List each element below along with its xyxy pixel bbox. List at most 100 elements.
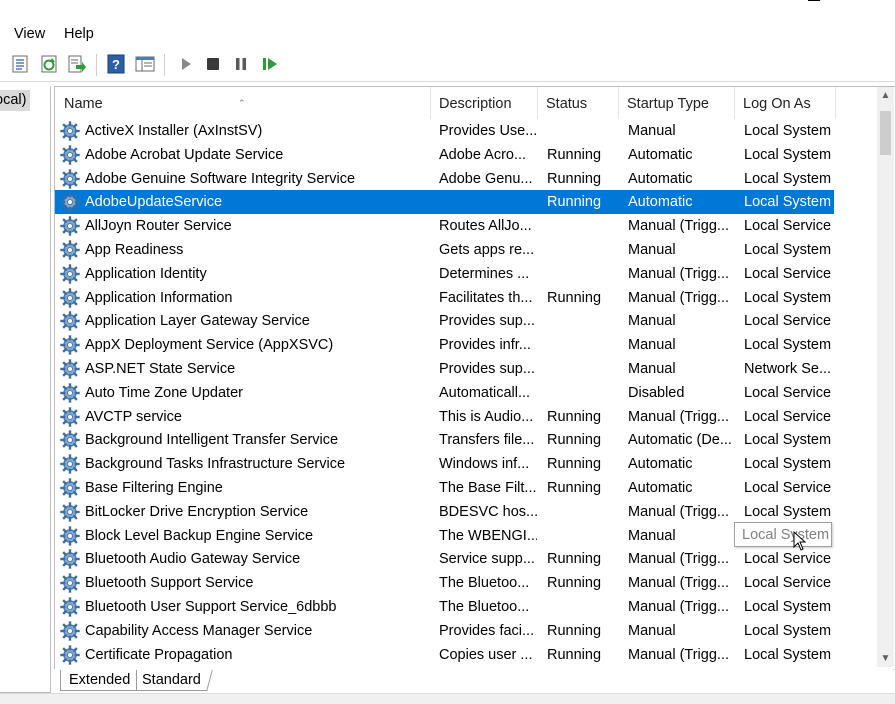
service-status: Running bbox=[547, 646, 602, 663]
service-startup-type: Manual bbox=[628, 313, 676, 330]
service-row[interactable]: Base Filtering Engine The Base Filt... Run… bbox=[55, 476, 877, 500]
menu-view[interactable]: View bbox=[14, 26, 45, 42]
service-gear-icon bbox=[60, 597, 80, 617]
service-gear-icon bbox=[60, 216, 80, 236]
service-log-on-as: Local Service bbox=[744, 218, 832, 235]
service-row[interactable]: Certificate Propagation Copies user ... Ru… bbox=[55, 643, 877, 667]
service-row[interactable]: AdobeUpdateService Running Automatic Local … bbox=[55, 190, 834, 215]
service-log-on-as: Local System bbox=[744, 503, 832, 520]
start-service-icon[interactable] bbox=[176, 54, 196, 74]
scroll-down-arrow-icon[interactable]: ▼ bbox=[877, 650, 894, 667]
scroll-up-arrow-icon[interactable]: ▲ bbox=[877, 87, 894, 104]
service-log-on-as: Local System bbox=[744, 123, 832, 139]
service-description: The Base Filt... bbox=[439, 480, 537, 496]
service-status: Running bbox=[547, 194, 602, 211]
service-name: BitLocker Drive Encryption Service bbox=[85, 503, 309, 520]
service-row[interactable]: Background Tasks Infrastructure Service W… bbox=[55, 452, 877, 476]
service-gear-icon bbox=[60, 478, 80, 498]
service-startup-type: Manual (Trigg... bbox=[628, 289, 729, 306]
stop-service-icon[interactable] bbox=[203, 54, 223, 74]
help-icon[interactable]: ? bbox=[106, 54, 126, 74]
service-name: AVCTP service bbox=[85, 408, 182, 425]
service-row[interactable]: Bluetooth User Support Service_6dbbb The … bbox=[55, 595, 877, 619]
vertical-scrollbar[interactable]: ▲ ▼ bbox=[877, 87, 894, 667]
service-row[interactable]: ActiveX Installer (AxInstSV) Provides Use… bbox=[55, 119, 877, 143]
service-description: Provides sup... bbox=[439, 313, 535, 330]
properties-icon[interactable] bbox=[10, 54, 30, 74]
service-status: Running bbox=[547, 551, 602, 568]
service-status: Running bbox=[547, 480, 602, 496]
service-startup-type: Disabled bbox=[628, 384, 685, 401]
service-row[interactable]: App Readiness Gets apps re... Manual Local … bbox=[55, 238, 877, 262]
column-header-status[interactable]: Status bbox=[537, 87, 619, 119]
service-row[interactable]: Adobe Genuine Software Integrity Service… bbox=[55, 167, 877, 191]
service-description: This is Audio... bbox=[439, 408, 534, 425]
service-status: Running bbox=[547, 622, 602, 639]
column-header-name[interactable]: ⌃ Name bbox=[55, 87, 431, 119]
service-name: Background Intelligent Transfer Service bbox=[85, 432, 339, 449]
export-list-icon[interactable] bbox=[67, 54, 87, 74]
service-row[interactable]: Bluetooth Support Service The Bluetoo... R… bbox=[55, 571, 877, 595]
service-row[interactable]: AVCTP service This is Audio... Running Manu… bbox=[55, 405, 877, 429]
service-row[interactable]: BitLocker Drive Encryption Service BDESVC… bbox=[55, 500, 877, 524]
column-header-log-on-as[interactable]: Log On As bbox=[734, 87, 836, 119]
title-bar bbox=[0, 0, 895, 21]
service-gear-icon bbox=[60, 549, 80, 570]
service-row[interactable]: Auto Time Zone Updater Automaticall... Dis… bbox=[55, 381, 877, 405]
minimize-button[interactable] bbox=[742, 0, 788, 13]
status-bar bbox=[0, 693, 895, 704]
service-gear-icon bbox=[60, 287, 80, 308]
service-gear-icon bbox=[60, 573, 80, 593]
service-status: Running bbox=[547, 289, 602, 306]
service-startup-type: Manual bbox=[628, 622, 676, 639]
service-startup-type: Manual (Trigg... bbox=[628, 218, 729, 235]
service-name: Adobe Genuine Software Integrity Service bbox=[85, 170, 356, 187]
service-name: AppX Deployment Service (AppXSVC) bbox=[85, 337, 334, 354]
console-tree-pane[interactable]: ocal) bbox=[0, 86, 51, 693]
column-header-description[interactable]: Description bbox=[430, 87, 538, 119]
service-description: Provides infr... bbox=[439, 337, 531, 354]
service-startup-type: Manual (Trigg... bbox=[628, 265, 729, 282]
scrollbar-thumb[interactable] bbox=[880, 111, 891, 155]
service-row[interactable]: Application Layer Gateway Service Provide… bbox=[55, 309, 877, 333]
service-row[interactable]: Adobe Acrobat Update Service Adobe Acro..… bbox=[55, 143, 877, 167]
service-startup-type: Automatic bbox=[628, 480, 693, 496]
column-header-startup-type[interactable]: Startup Type bbox=[618, 87, 735, 119]
service-row[interactable]: AllJoyn Router Service Routes AllJo... Man… bbox=[55, 214, 877, 238]
show-hide-console-tree-icon[interactable] bbox=[135, 54, 155, 74]
service-description: Routes AllJo... bbox=[439, 218, 532, 235]
service-startup-type: Automatic bbox=[628, 170, 693, 187]
tab-standard[interactable]: Standard bbox=[131, 670, 213, 691]
service-description: Adobe Genu... bbox=[439, 170, 533, 187]
service-startup-type: Manual bbox=[628, 361, 676, 377]
tree-item-services-local[interactable]: ocal) bbox=[0, 90, 30, 111]
service-row[interactable]: AppX Deployment Service (AppXSVC) Provide… bbox=[55, 333, 877, 357]
service-log-on-as: Local Service bbox=[744, 265, 832, 282]
service-startup-type: Manual (Trigg... bbox=[628, 646, 729, 663]
service-row[interactable]: Bluetooth Audio Gateway Service Service s… bbox=[55, 547, 877, 571]
service-row[interactable]: Capability Access Manager Service Provide… bbox=[55, 619, 877, 643]
service-status: Running bbox=[547, 456, 602, 473]
services-list[interactable]: ⌃ Name Description Status Startup Type L… bbox=[54, 86, 895, 670]
service-startup-type: Manual bbox=[628, 337, 676, 354]
service-status: Running bbox=[547, 408, 602, 425]
tab-extended[interactable]: Extended bbox=[60, 670, 137, 691]
service-gear-icon bbox=[60, 644, 80, 665]
service-name: AllJoyn Router Service bbox=[85, 218, 232, 235]
service-description: The Bluetoo... bbox=[439, 575, 530, 592]
service-row[interactable]: ASP.NET State Service Provides sup... Manu… bbox=[55, 357, 877, 381]
close-button[interactable] bbox=[849, 0, 895, 13]
service-log-on-as: Local Service bbox=[744, 384, 832, 401]
service-row[interactable]: Application Identity Determines ... Manual… bbox=[55, 262, 877, 286]
maximize-button[interactable] bbox=[788, 0, 834, 13]
refresh-icon[interactable] bbox=[39, 54, 59, 74]
service-row[interactable]: Application Information Facilitates th...… bbox=[55, 286, 877, 310]
service-gear-icon bbox=[60, 525, 80, 546]
service-row[interactable]: Background Intelligent Transfer Service T… bbox=[55, 428, 877, 452]
service-log-on-as: Local System bbox=[744, 432, 832, 449]
menu-help[interactable]: Help bbox=[64, 26, 94, 42]
service-gear-icon bbox=[60, 621, 80, 641]
pause-service-icon[interactable] bbox=[231, 54, 251, 74]
service-log-on-as: Local System bbox=[744, 170, 832, 187]
resume-service-icon[interactable] bbox=[260, 54, 280, 74]
